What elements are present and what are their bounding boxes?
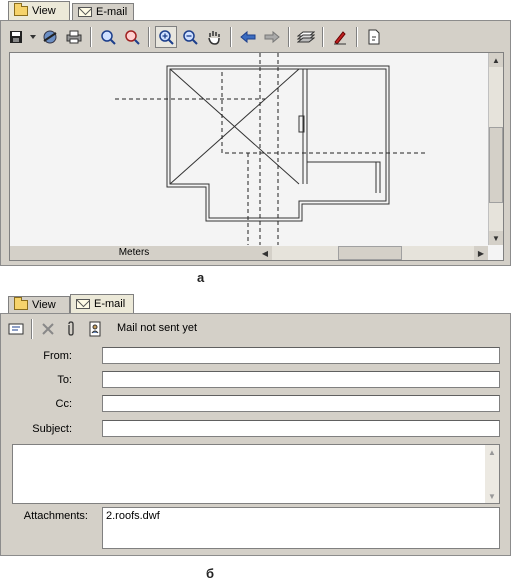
subject-label: Subject: — [32, 423, 72, 435]
toolbar-separator — [148, 27, 150, 47]
scroll-down-icon[interactable]: ▼ — [485, 489, 499, 503]
cc-label: Cc: — [55, 398, 73, 410]
attachments-label: Attachments: — [23, 510, 88, 522]
print-icon[interactable] — [63, 26, 85, 48]
viewer-panel: ▲ ▼ Meters ◀ ▶ — [0, 20, 511, 266]
to-field[interactable] — [102, 371, 500, 388]
tab-view-label: View — [32, 5, 56, 17]
horizontal-scrollbar[interactable]: ◀ ▶ — [258, 246, 488, 260]
next-view-icon[interactable] — [261, 26, 283, 48]
toolbar-separator — [322, 27, 324, 47]
attachment-item[interactable]: 2.roofs.dwf — [106, 510, 160, 522]
folder-icon — [14, 297, 28, 310]
tab-view-label: View — [32, 299, 56, 311]
scroll-right-icon[interactable]: ▶ — [474, 246, 488, 260]
zoom-out-icon[interactable] — [179, 26, 201, 48]
horizontal-scroll-thumb[interactable] — [338, 246, 402, 260]
message-body-textarea[interactable]: ▲ ▼ — [12, 444, 500, 504]
figure-caption-b: б — [206, 566, 215, 581]
message-scrollbar[interactable]: ▲ ▼ — [485, 445, 499, 503]
envelope-icon — [76, 299, 90, 309]
dropdown-arrow-icon[interactable] — [29, 26, 37, 48]
viewer-toolbar — [5, 24, 506, 50]
properties-icon[interactable] — [363, 26, 385, 48]
markup-pen-icon[interactable] — [329, 26, 351, 48]
scroll-up-icon[interactable]: ▲ — [485, 445, 499, 459]
figure-caption-a: a — [197, 270, 205, 285]
folder-icon — [14, 3, 28, 16]
send-mail-icon[interactable] — [5, 318, 26, 340]
envelope-icon — [78, 7, 92, 17]
toolbar-separator — [356, 27, 358, 47]
top-tab-strip: View E-mail — [0, 0, 511, 20]
tab-email-label: E-mail — [96, 6, 128, 18]
address-book-icon[interactable] — [84, 318, 105, 340]
bottom-tab-strip: View E-mail — [0, 294, 511, 314]
to-label: To: — [57, 374, 72, 386]
tab-email[interactable]: E-mail — [70, 294, 134, 313]
drawing-viewport[interactable]: ▲ ▼ Meters ◀ ▶ — [9, 52, 504, 261]
units-label: Meters — [10, 246, 258, 260]
zoom-in-icon[interactable] — [155, 26, 177, 48]
previous-view-icon[interactable] — [237, 26, 259, 48]
toolbar-separator — [230, 27, 232, 47]
zoom-window-icon[interactable] — [121, 26, 143, 48]
subject-field[interactable] — [102, 420, 500, 437]
publish-icon[interactable] — [39, 26, 61, 48]
from-label: From: — [43, 350, 72, 362]
layers-icon[interactable] — [295, 26, 317, 48]
toolbar-separator — [288, 27, 290, 47]
vertical-scrollbar[interactable]: ▲ ▼ — [488, 53, 503, 245]
toolbar-separator — [90, 27, 92, 47]
toolbar-separator — [31, 319, 33, 339]
attachments-field[interactable]: 2.roofs.dwf — [102, 507, 500, 549]
tab-email[interactable]: E-mail — [72, 3, 134, 20]
floor-plan-drawing — [115, 53, 428, 245]
pan-hand-icon[interactable] — [203, 26, 225, 48]
scroll-left-icon[interactable]: ◀ — [258, 246, 272, 260]
tab-view[interactable]: View — [8, 296, 70, 313]
vertical-scroll-thumb[interactable] — [489, 127, 503, 203]
tab-view[interactable]: View — [8, 1, 70, 20]
scroll-down-icon[interactable]: ▼ — [489, 231, 503, 245]
email-toolbar — [5, 316, 105, 342]
cc-field[interactable] — [102, 395, 500, 412]
zoom-fit-icon[interactable] — [97, 26, 119, 48]
from-field[interactable] — [102, 347, 500, 364]
mail-status-text: Mail not sent yet — [111, 318, 503, 338]
tab-email-label: E-mail — [94, 298, 126, 310]
delete-icon[interactable] — [38, 318, 59, 340]
attach-paperclip-icon[interactable] — [61, 318, 82, 340]
scroll-up-icon[interactable]: ▲ — [489, 53, 503, 67]
save-icon[interactable] — [5, 26, 27, 48]
